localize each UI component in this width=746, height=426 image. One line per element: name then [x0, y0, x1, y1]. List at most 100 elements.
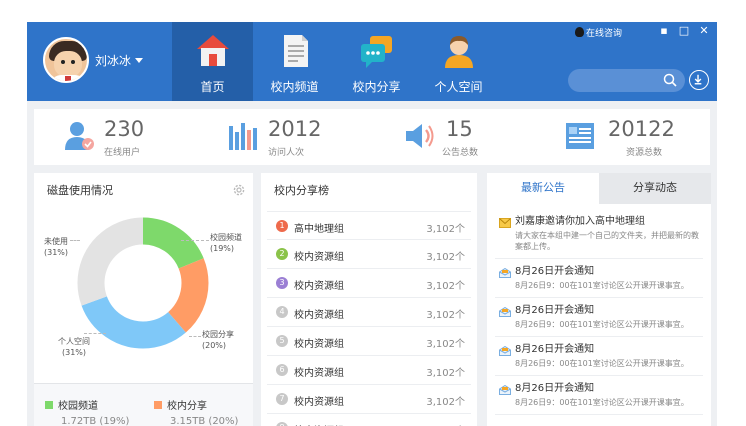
rank-item[interactable]: 7 校内资源组 3,102个 [267, 385, 471, 414]
rank-count: 3,102个 [426, 422, 465, 426]
notice-item[interactable]: 刘嘉康邀请你加入高中地理组请大家在本组中建一个自己的文件夹，并把最新的教案都上传… [495, 209, 703, 259]
main-nav: 首页 校内频道 校内分享 个人空间 [172, 22, 500, 101]
legend-value-share: 3.15TB (20%) [170, 416, 239, 426]
stat-visits-value: 2012 [268, 117, 322, 141]
open-envelope-icon [499, 268, 511, 278]
stat-notices-caption: 公告总数 [442, 148, 479, 158]
search-box [568, 69, 685, 92]
app-window: 刘冰冰 首页 校内频道 校内分享 个人空间 在线咨询 ▪ □ ✕ 230 在线用… [27, 22, 717, 426]
leader-line-channel [181, 240, 209, 241]
rank-name: 校内资源组 [294, 339, 344, 350]
legend-channel: 校园频道 1.72TB (19%) [45, 394, 129, 426]
nav-personal[interactable]: 个人空间 [418, 22, 499, 101]
legend-swatch-channel [45, 401, 53, 409]
notice-title: 8月26日开会通知 [515, 344, 595, 355]
legend-value-channel: 1.72TB (19%) [61, 416, 130, 426]
rank-count: 3,102个 [426, 397, 465, 408]
share-ranking-card: 校内分享榜 1 高中地理组 3,102个 2 校内资源组 3,102个 3 校内资源组 3,10… [261, 173, 477, 426]
disk-donut-chart [77, 217, 209, 349]
rank-badge: 5 [276, 335, 288, 347]
rank-name: 校内资源组 [294, 397, 344, 408]
notice-item[interactable]: 8月26日开会通知 8月26日9：00在101室讨论区公开课开课事宜。 [495, 376, 703, 415]
nav-channel-label: 校内频道 [270, 80, 319, 94]
rank-count: 3,102个 [426, 368, 465, 379]
rank-badge: 2 [276, 248, 288, 260]
legend-share: 校内分享 3.15TB (20%) [154, 394, 238, 426]
notice-item[interactable]: 8月26日开会通知 8月26日9：00在101室讨论区公开课开课事宜。 [495, 259, 703, 298]
search-icon[interactable] [663, 73, 677, 87]
disk-usage-card: 磁盘使用情况 校园频道 (19%) 校园分享 (20%) 个人空间 (31%) 未使用… [34, 173, 253, 426]
rank-item[interactable]: 6 校内资源组 3,102个 [267, 356, 471, 385]
rank-badge: 8 [276, 422, 288, 426]
rank-item[interactable]: 3 校内资源组 3,102个 [267, 269, 471, 298]
home-icon [197, 35, 229, 66]
envelope-icon [499, 218, 511, 228]
qq-icon [575, 27, 584, 37]
rank-item[interactable]: 5 校内资源组 3,102个 [267, 327, 471, 356]
rank-badge: 3 [276, 277, 288, 289]
nav-personal-label: 个人空间 [434, 80, 483, 94]
rank-name: 校内资源组 [294, 422, 344, 426]
rank-item[interactable]: 2 校内资源组 3,102个 [267, 240, 471, 269]
stats-bar: 230 在线用户 2012 访问人次 15 公告总数 20122 资源总数 [34, 109, 710, 165]
search-input[interactable] [578, 73, 658, 88]
stat-online-users-value: 230 [104, 117, 145, 141]
minimize-button[interactable]: ▪ [657, 24, 671, 38]
user-menu[interactable]: 刘冰冰 [95, 52, 144, 69]
donut-label-channel: 校园频道 (19%) [210, 233, 242, 253]
notice-item[interactable]: 8月26日开会通知 8月26日9：00在101室讨论区公开课开课事宜。 [495, 298, 703, 337]
rank-item[interactable]: 8 校内资源组 3,102个 [267, 414, 471, 426]
caret-down-icon [135, 58, 144, 63]
rank-item[interactable]: 1 高中地理组 3,102个 [267, 211, 471, 240]
tab-share-activity[interactable]: 分享动态 [599, 173, 711, 204]
leader-line-unused [70, 240, 80, 241]
avatar[interactable] [43, 37, 89, 83]
resource-icon [566, 123, 594, 149]
rank-item[interactable]: 4 校内资源组 3,102个 [267, 298, 471, 327]
notice-desc: 8月26日9：00在101室讨论区公开课开课事宜。 [515, 320, 689, 329]
rank-count: 3,102个 [426, 339, 465, 350]
rank-name: 高中地理组 [294, 224, 344, 235]
top-bar: 刘冰冰 首页 校内频道 校内分享 个人空间 在线咨询 ▪ □ ✕ [27, 22, 717, 101]
nav-home-label: 首页 [200, 80, 225, 94]
legend-swatch-share [154, 401, 162, 409]
chat-icon [361, 36, 392, 68]
nav-share[interactable]: 校内分享 [336, 22, 417, 101]
notice-desc: 请大家在本组中建一个自己的文件夹，并把最新的教案都上传。 [515, 231, 699, 251]
nav-share-label: 校内分享 [352, 80, 401, 94]
download-button[interactable] [689, 70, 709, 90]
nav-home[interactable]: 首页 [172, 22, 253, 101]
notice-title: 刘嘉康邀请你加入高中地理组 [515, 216, 645, 227]
rank-count: 3,102个 [426, 224, 465, 235]
rank-name: 校内资源组 [294, 368, 344, 379]
maximize-button[interactable]: □ [677, 24, 691, 38]
notice-title: 8月26日开会通知 [515, 383, 595, 394]
rank-badge: 4 [276, 306, 288, 318]
rank-name: 校内资源组 [294, 310, 344, 321]
online-consult-link[interactable]: 在线咨询 [575, 26, 622, 39]
notice-item[interactable]: 8月26日开会通知 8月26日9：00在101室讨论区公开课开课事宜。 [495, 337, 703, 376]
download-icon [694, 74, 702, 85]
notice-list: 刘嘉康邀请你加入高中地理组请大家在本组中建一个自己的文件夹，并把最新的教案都上传… [495, 209, 703, 415]
open-envelope-icon [499, 307, 511, 317]
share-ranking-title: 校内分享榜 [274, 184, 329, 197]
notice-title: 8月26日开会通知 [515, 266, 595, 277]
gear-icon[interactable] [232, 183, 246, 197]
rank-name: 校内资源组 [294, 252, 344, 263]
nav-channel[interactable]: 校内频道 [254, 22, 335, 101]
stat-notices-value: 15 [446, 117, 473, 141]
rank-count: 3,102个 [426, 281, 465, 292]
speaker-icon [406, 124, 434, 148]
stat-online-users-caption: 在线用户 [104, 148, 141, 158]
tab-latest-notices[interactable]: 最新公告 [487, 173, 599, 204]
donut-label-share: 校园分享 (20%) [202, 330, 234, 350]
stat-visits-caption: 访问人次 [268, 148, 305, 158]
rank-count: 3,102个 [426, 310, 465, 321]
rank-name: 校内资源组 [294, 281, 344, 292]
share-ranking-list: 1 高中地理组 3,102个 2 校内资源组 3,102个 3 校内资源组 3,102个 4 校内资… [267, 211, 471, 426]
disk-usage-title: 磁盘使用情况 [47, 184, 113, 197]
open-envelope-icon [499, 385, 511, 395]
close-button[interactable]: ✕ [697, 24, 711, 38]
rank-badge: 6 [276, 364, 288, 376]
stat-resources-caption: 资源总数 [626, 148, 663, 158]
